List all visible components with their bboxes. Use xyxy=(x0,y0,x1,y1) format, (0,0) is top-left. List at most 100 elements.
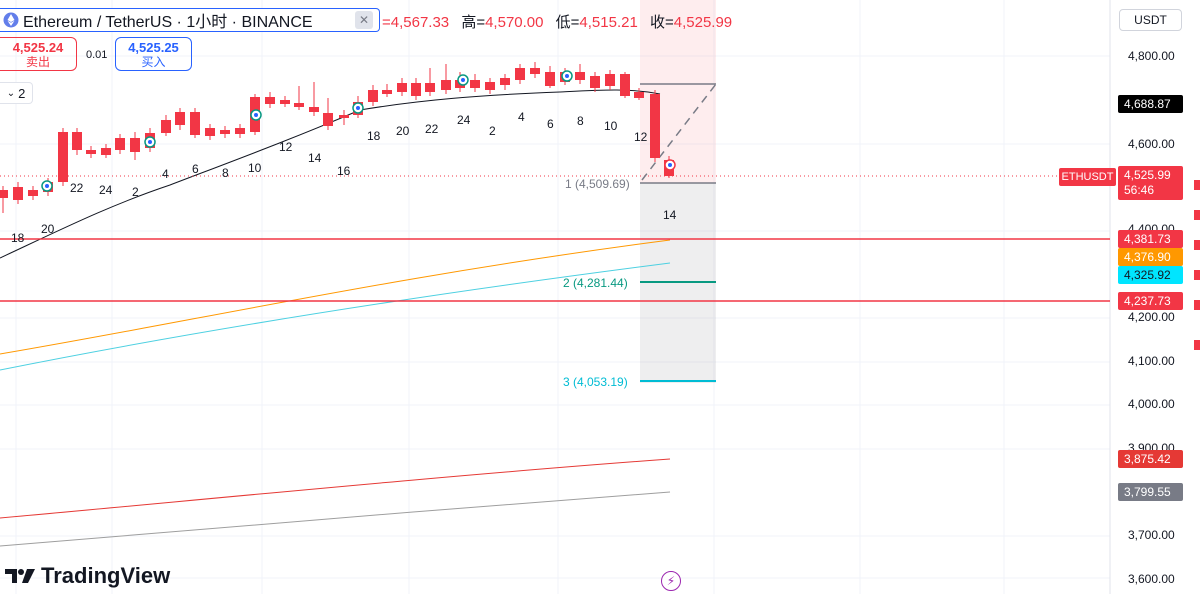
candle-body xyxy=(530,68,540,74)
price-tag: 4,376.90 xyxy=(1118,248,1183,266)
ohlc-close: 4,525.99 xyxy=(673,14,733,31)
candle-body xyxy=(382,90,392,94)
count-label: 12 xyxy=(279,140,293,154)
ohlc-high: 4,570.00 xyxy=(485,14,544,31)
count-label: 4 xyxy=(162,167,169,181)
candle-body xyxy=(115,138,125,150)
count-label: 22 xyxy=(425,122,439,136)
axis-marker xyxy=(1194,300,1200,310)
signal-marker-dot xyxy=(148,140,152,144)
axis-marker xyxy=(1194,340,1200,350)
count-label: 22 xyxy=(70,181,84,195)
candle-body xyxy=(425,83,435,92)
price-tag: 4,325.92 xyxy=(1118,266,1183,284)
candle-body xyxy=(294,103,304,107)
price-axis-label: 4,100.00 xyxy=(1128,354,1175,368)
buy-label: 买入 xyxy=(141,55,166,69)
axis-marker xyxy=(1194,240,1200,250)
level-label: 3 (4,053.19) xyxy=(563,375,628,389)
ma-orange-line xyxy=(0,239,671,355)
level-label: 2 (4,281.44) xyxy=(563,276,628,290)
level-label: 1 (4,509.69) xyxy=(565,177,630,191)
candle-body xyxy=(101,148,111,155)
candle-body xyxy=(130,138,140,152)
symbol-header[interactable]: Ethereum / TetherUS · 1小时 · BINANCE ✕ xyxy=(0,8,380,32)
signal-marker-dot xyxy=(356,106,360,110)
price-tag: 3,799.55 xyxy=(1118,483,1183,501)
count-label: 14 xyxy=(663,208,677,222)
chart-area[interactable] xyxy=(0,0,1200,594)
count-label: 18 xyxy=(11,231,25,245)
lightning-icon[interactable]: ⚡ xyxy=(661,571,681,591)
candle-body xyxy=(634,92,644,98)
count-label: 8 xyxy=(222,166,229,180)
price-axis-label: 4,600.00 xyxy=(1128,137,1175,151)
candle-body xyxy=(500,78,510,85)
candle-body xyxy=(0,190,8,198)
price-axis-label: 4,800.00 xyxy=(1128,49,1175,63)
signal-marker-dot xyxy=(565,74,569,78)
candle-body xyxy=(205,128,215,136)
sell-label: 卖出 xyxy=(25,55,50,69)
price-axis-label: 3,700.00 xyxy=(1128,528,1175,542)
count-label: 20 xyxy=(41,222,55,236)
ohlc-close-label: 收= xyxy=(649,14,674,31)
price-axis-label: 4,200.00 xyxy=(1128,310,1175,324)
countdown: 56:46 xyxy=(1124,183,1155,197)
candle-body xyxy=(323,113,333,126)
axis-marker xyxy=(1194,180,1200,190)
ohlc-low-label: 低= xyxy=(555,14,580,31)
candle-body xyxy=(605,74,615,86)
x-icon[interactable]: ✕ xyxy=(355,11,373,29)
axis-marker xyxy=(1194,210,1200,220)
count-label: 20 xyxy=(396,124,410,138)
candle-body xyxy=(13,187,23,200)
price-axis-label: 3,600.00 xyxy=(1128,572,1175,586)
candle-body xyxy=(175,112,185,125)
candle-body xyxy=(235,128,245,134)
axis-marker xyxy=(1194,270,1200,280)
count-label: 12 xyxy=(634,130,648,144)
count-label: 24 xyxy=(457,113,471,127)
buy-price: 4,525.25 xyxy=(128,40,179,55)
chevron-down-icon: ⌄ xyxy=(6,87,16,99)
signal-marker-dot xyxy=(461,78,465,82)
candle-body xyxy=(280,100,290,104)
candle-body xyxy=(397,83,407,92)
currency-label: USDT xyxy=(1134,13,1167,27)
count-label: 2 xyxy=(489,124,496,138)
price-tag: 4,688.87 xyxy=(1118,95,1183,113)
currency-selector[interactable]: USDT xyxy=(1119,9,1182,31)
count-label: 14 xyxy=(308,151,322,165)
ohlc-low: 4,515.21 xyxy=(579,14,638,31)
candle-body xyxy=(650,94,660,158)
candle-body xyxy=(265,97,275,104)
candle-body xyxy=(515,68,525,80)
indicator-toggle-button[interactable]: ⌄ 2 xyxy=(0,82,33,104)
ohlc-readout: =4,567.33 高=4,570.00 低=4,515.21 收=4,525.… xyxy=(382,11,740,32)
count-label: 8 xyxy=(577,114,584,128)
candle-body xyxy=(309,107,319,112)
ethereum-logo-icon xyxy=(3,12,19,28)
signal-marker-dot xyxy=(45,184,49,188)
candle-body xyxy=(72,132,82,150)
candle-body xyxy=(470,80,480,88)
sell-price: 4,525.24 xyxy=(12,40,64,55)
buy-button[interactable]: 4,525.25 买入 xyxy=(115,37,192,71)
count-label: 10 xyxy=(248,161,262,175)
candle-body xyxy=(28,190,38,196)
candle-body xyxy=(86,150,96,154)
candle-body xyxy=(161,120,171,133)
count-label: 24 xyxy=(99,183,113,197)
candle-body xyxy=(441,80,451,90)
count-label: 10 xyxy=(604,119,618,133)
candle-body xyxy=(575,72,585,80)
tradingview-logo: TradingView xyxy=(5,563,170,589)
last-price-value: 4,525.99 xyxy=(1124,168,1171,182)
sell-button[interactable]: 4,525.24 卖出 xyxy=(0,37,77,71)
candle-body xyxy=(368,90,378,102)
ohlc-high-label: 高= xyxy=(461,14,486,31)
price-tag: 3,875.42 xyxy=(1118,450,1183,468)
price-tag: 4,381.73 xyxy=(1118,230,1183,248)
ohlc-open: =4,567.33 xyxy=(382,14,450,31)
